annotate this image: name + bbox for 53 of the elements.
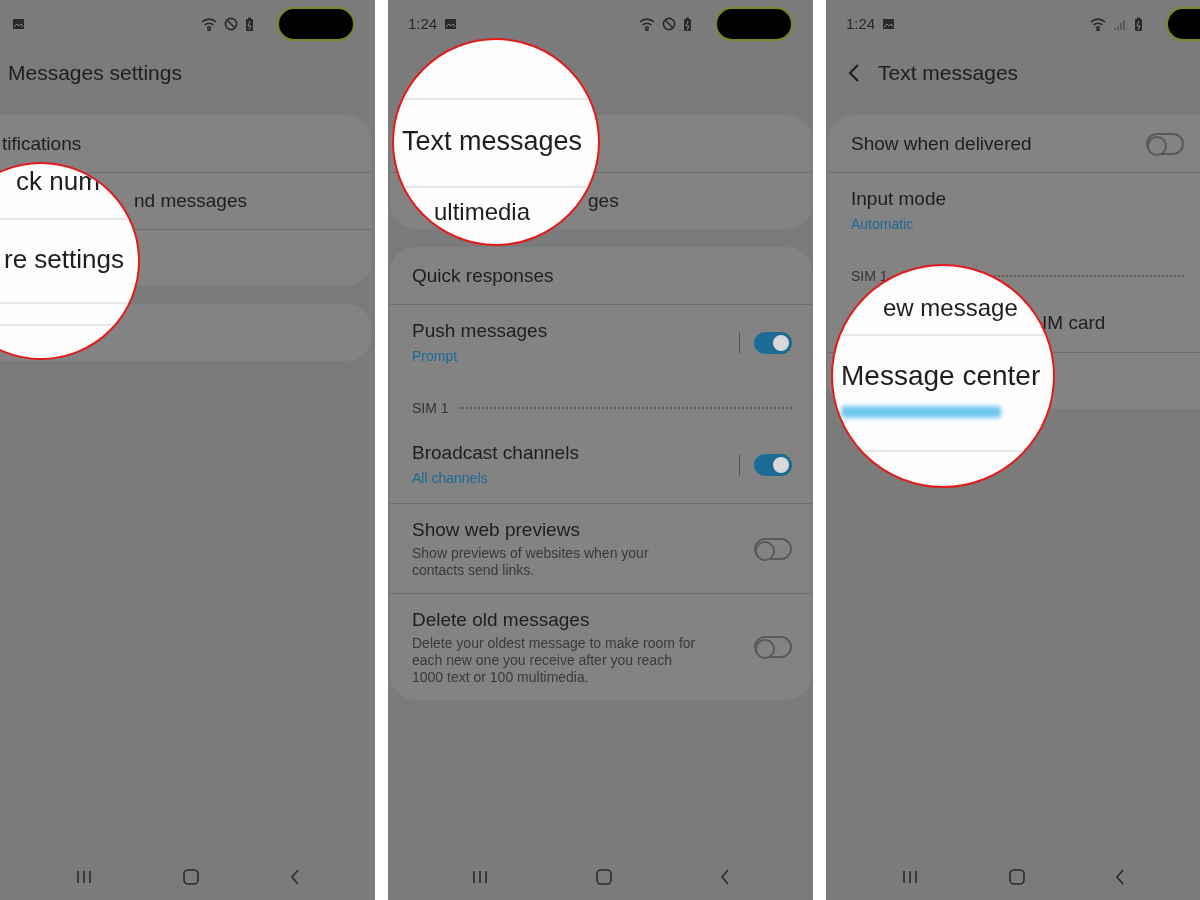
setting-label: Input mode — [851, 187, 948, 211]
status-time: 1:24 — [408, 13, 438, 34]
battery-icon — [683, 16, 692, 32]
toggle-switch[interactable] — [754, 332, 792, 354]
setting-label: Broadcast channels — [412, 441, 580, 465]
back-icon — [719, 869, 730, 885]
back-icon — [290, 869, 301, 885]
recent-apps-icon — [471, 870, 490, 884]
back-icon — [1115, 869, 1126, 885]
home-icon — [182, 868, 201, 886]
wifi-icon — [639, 17, 655, 31]
setting-label: nd messages — [134, 188, 247, 213]
wifi-icon — [1090, 17, 1106, 31]
setting-label: ges — [588, 188, 619, 213]
setting-value: All channels — [412, 469, 489, 488]
home-icon — [595, 868, 614, 886]
image-icon — [882, 18, 896, 30]
setting-label: Push messages — [412, 319, 549, 343]
magnified-text: Text messages — [402, 128, 583, 155]
setting-value: Automatic — [851, 215, 915, 234]
magnified-text: Message center — [841, 362, 1041, 390]
magnified-text: ultimedia — [434, 200, 531, 224]
toggle-switch[interactable] — [754, 537, 792, 560]
do-not-disturb-icon — [224, 17, 238, 31]
signal-icon — [1113, 17, 1127, 31]
image-icon — [12, 18, 25, 30]
do-not-disturb-icon — [662, 17, 676, 31]
setting-label: IM card — [1042, 311, 1106, 336]
toggle-switch[interactable] — [754, 454, 792, 476]
setting-value: Prompt — [412, 347, 459, 366]
screen-title: Text messages — [878, 60, 1019, 87]
recent-apps-icon — [74, 870, 93, 884]
home-icon — [1008, 868, 1026, 886]
back-icon[interactable] — [848, 63, 860, 83]
setting-label: Quick responses — [412, 263, 555, 288]
setting-label: Delete old messages — [412, 608, 591, 632]
image-icon — [444, 18, 458, 30]
setting-label: Show web previews — [412, 518, 581, 542]
battery-icon — [1134, 16, 1143, 32]
magnified-text: ew message — [883, 296, 1018, 320]
setting-description: Delete your oldest message to make room for each new one you receive after you reach 1000 text or 100 multimedia. — [412, 635, 697, 686]
setting-label: Show when delivered — [851, 131, 1033, 156]
toggle-switch[interactable] — [754, 636, 792, 658]
recent-apps-icon — [900, 870, 919, 884]
battery-icon — [245, 16, 254, 32]
magnified-text: re settings — [4, 246, 124, 272]
status-time: 1:24 — [846, 13, 876, 34]
setting-description: Show previews of websites when your contacts send links. — [412, 545, 650, 579]
setting-label: tifications — [2, 131, 83, 156]
toggle-switch[interactable] — [1146, 132, 1184, 155]
screen-title: Messages settings — [8, 60, 182, 87]
section-header: SIM 1 — [412, 398, 449, 418]
wifi-icon — [201, 17, 217, 31]
